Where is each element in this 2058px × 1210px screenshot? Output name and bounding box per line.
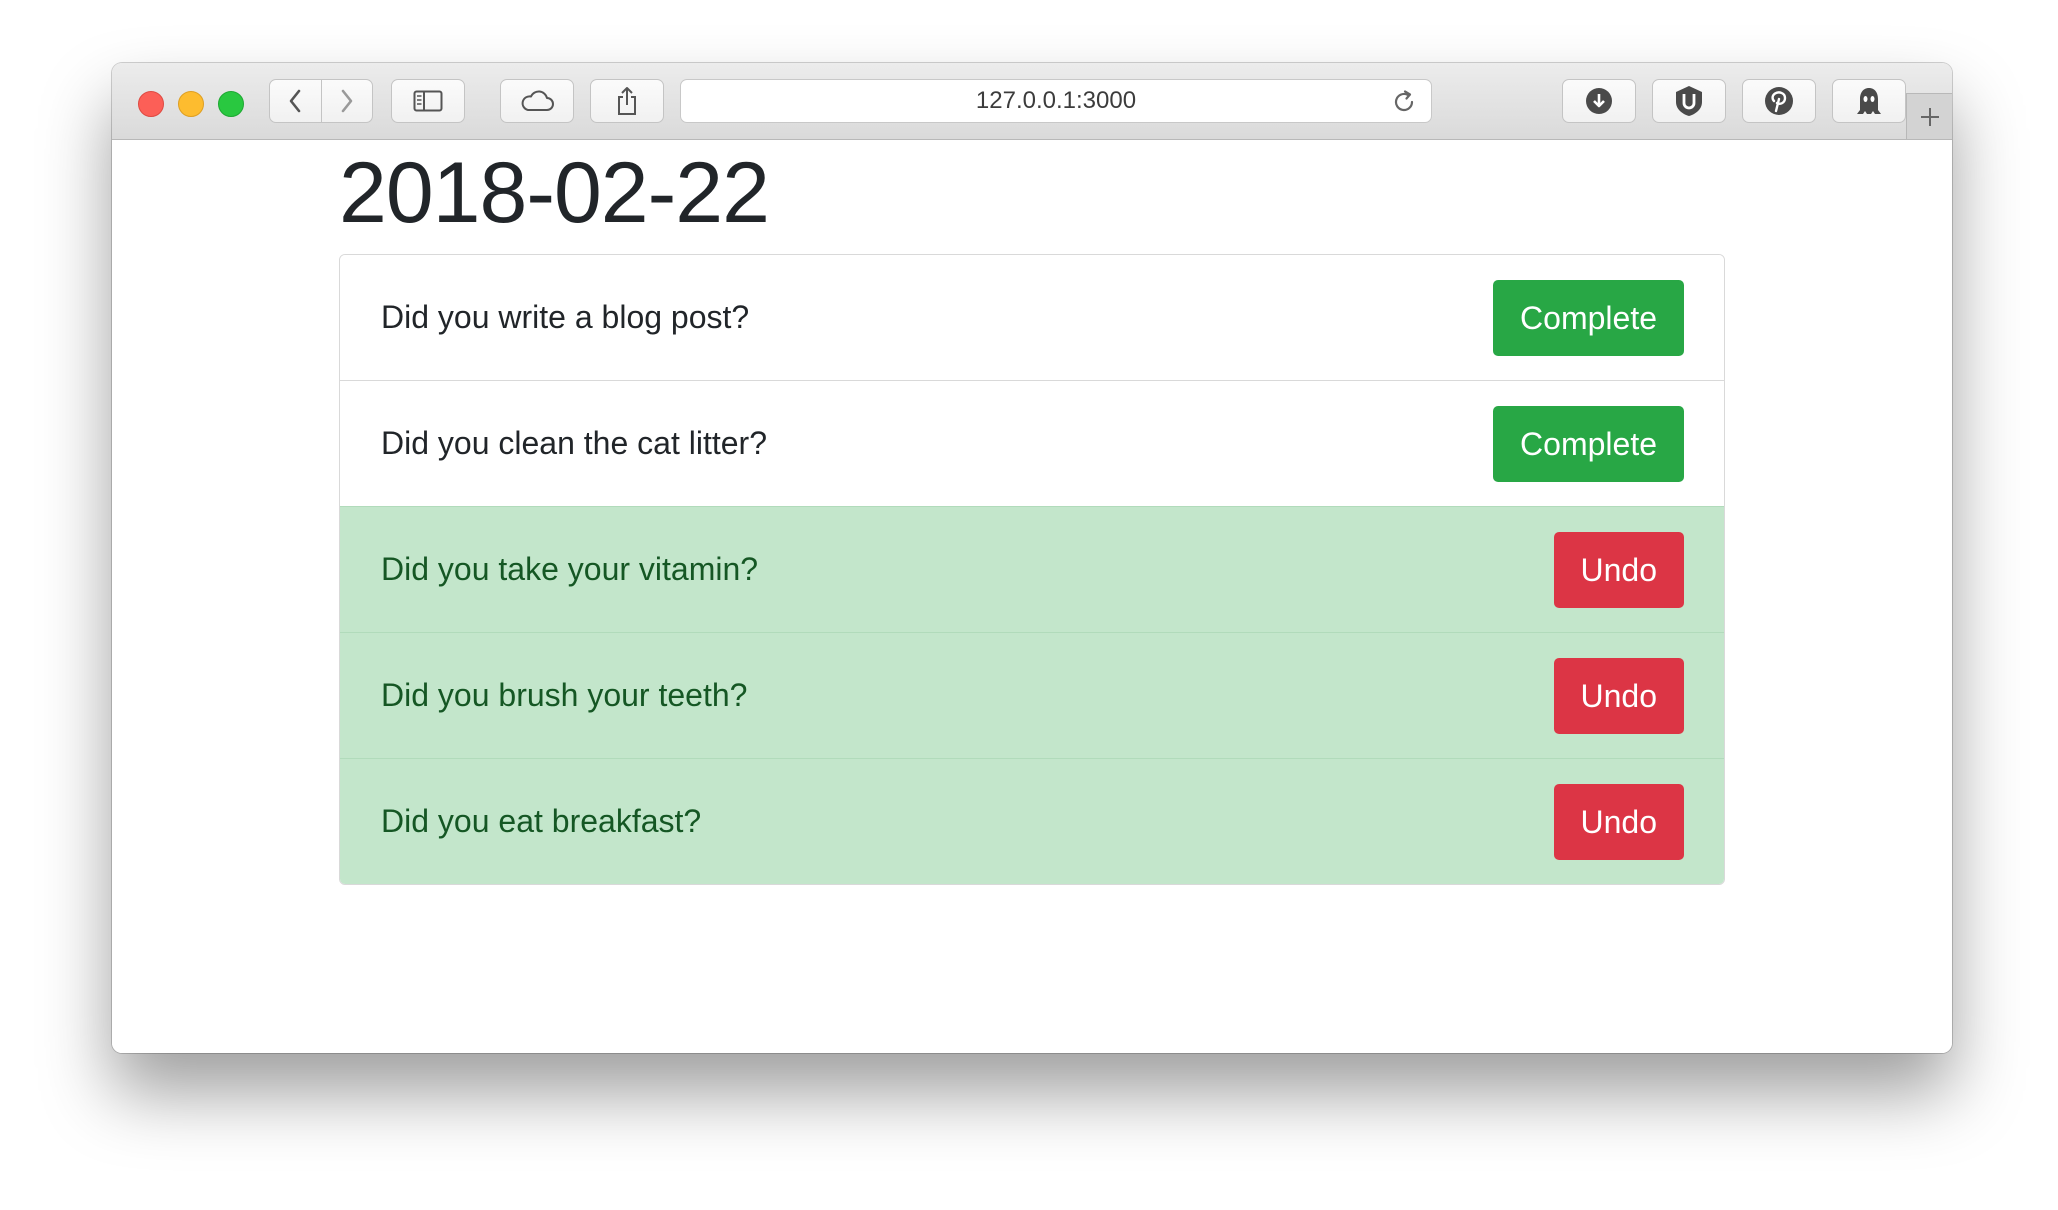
ghostery-extension-button[interactable] bbox=[1832, 79, 1906, 123]
task-row-completed: Did you brush your teeth? Undo bbox=[340, 632, 1724, 758]
sidebar-icon bbox=[413, 90, 443, 112]
task-row: Did you clean the cat litter? Complete bbox=[340, 380, 1724, 506]
task-row: Did you write a blog post? Complete bbox=[340, 255, 1724, 380]
back-icon bbox=[289, 89, 301, 113]
icloud-tabs-button[interactable] bbox=[500, 79, 574, 123]
cloud-icon bbox=[521, 90, 554, 111]
new-tab-icon bbox=[1920, 107, 1939, 126]
share-icon bbox=[618, 87, 636, 115]
back-button[interactable] bbox=[270, 80, 321, 122]
close-window-button[interactable] bbox=[138, 91, 164, 117]
browser-toolbar: 127.0.0.1:3000 bbox=[112, 63, 1952, 140]
forward-icon bbox=[341, 89, 353, 113]
screenshot-stage: 127.0.0.1:3000 2018-02-22 Did you write … bbox=[0, 0, 2058, 1210]
undo-button[interactable]: Undo bbox=[1553, 658, 1684, 734]
ublock-icon bbox=[1676, 86, 1702, 116]
browser-window: 127.0.0.1:3000 2018-02-22 Did you write … bbox=[112, 63, 1952, 1053]
minimize-window-button[interactable] bbox=[178, 91, 204, 117]
task-list: Did you write a blog post? Complete Did … bbox=[339, 254, 1725, 885]
ublock-extension-button[interactable] bbox=[1652, 79, 1726, 123]
share-button[interactable] bbox=[590, 79, 664, 123]
complete-button[interactable]: Complete bbox=[1493, 406, 1684, 482]
new-tab-button[interactable] bbox=[1906, 93, 1952, 139]
address-text: 127.0.0.1:3000 bbox=[975, 87, 1137, 114]
task-question: Did you eat breakfast? bbox=[381, 803, 702, 839]
pinterest-extension-button[interactable] bbox=[1742, 79, 1816, 123]
page-title: 2018-02-22 bbox=[339, 145, 770, 241]
page-content: 2018-02-22 Did you write a blog post? Co… bbox=[112, 140, 1952, 1053]
task-row-completed: Did you take your vitamin? Undo bbox=[340, 506, 1724, 632]
forward-button[interactable] bbox=[320, 80, 373, 122]
download-icon bbox=[1586, 88, 1612, 114]
undo-button[interactable]: Undo bbox=[1553, 784, 1684, 860]
task-question: Did you clean the cat litter? bbox=[381, 425, 767, 461]
address-bar[interactable]: 127.0.0.1:3000 bbox=[680, 79, 1432, 123]
reload-icon[interactable] bbox=[1391, 89, 1417, 115]
task-question: Did you brush your teeth? bbox=[381, 677, 748, 713]
sidebar-button[interactable] bbox=[391, 79, 465, 123]
history-nav bbox=[269, 79, 373, 123]
task-question: Did you take your vitamin? bbox=[381, 551, 759, 587]
task-question: Did you write a blog post? bbox=[381, 299, 750, 335]
ghostery-icon bbox=[1857, 88, 1881, 114]
maximize-window-button[interactable] bbox=[218, 91, 244, 117]
pinterest-icon bbox=[1765, 87, 1793, 115]
complete-button[interactable]: Complete bbox=[1493, 280, 1684, 356]
downloads-button[interactable] bbox=[1562, 79, 1636, 123]
task-row-completed: Did you eat breakfast? Undo bbox=[340, 758, 1724, 884]
undo-button[interactable]: Undo bbox=[1553, 532, 1684, 608]
